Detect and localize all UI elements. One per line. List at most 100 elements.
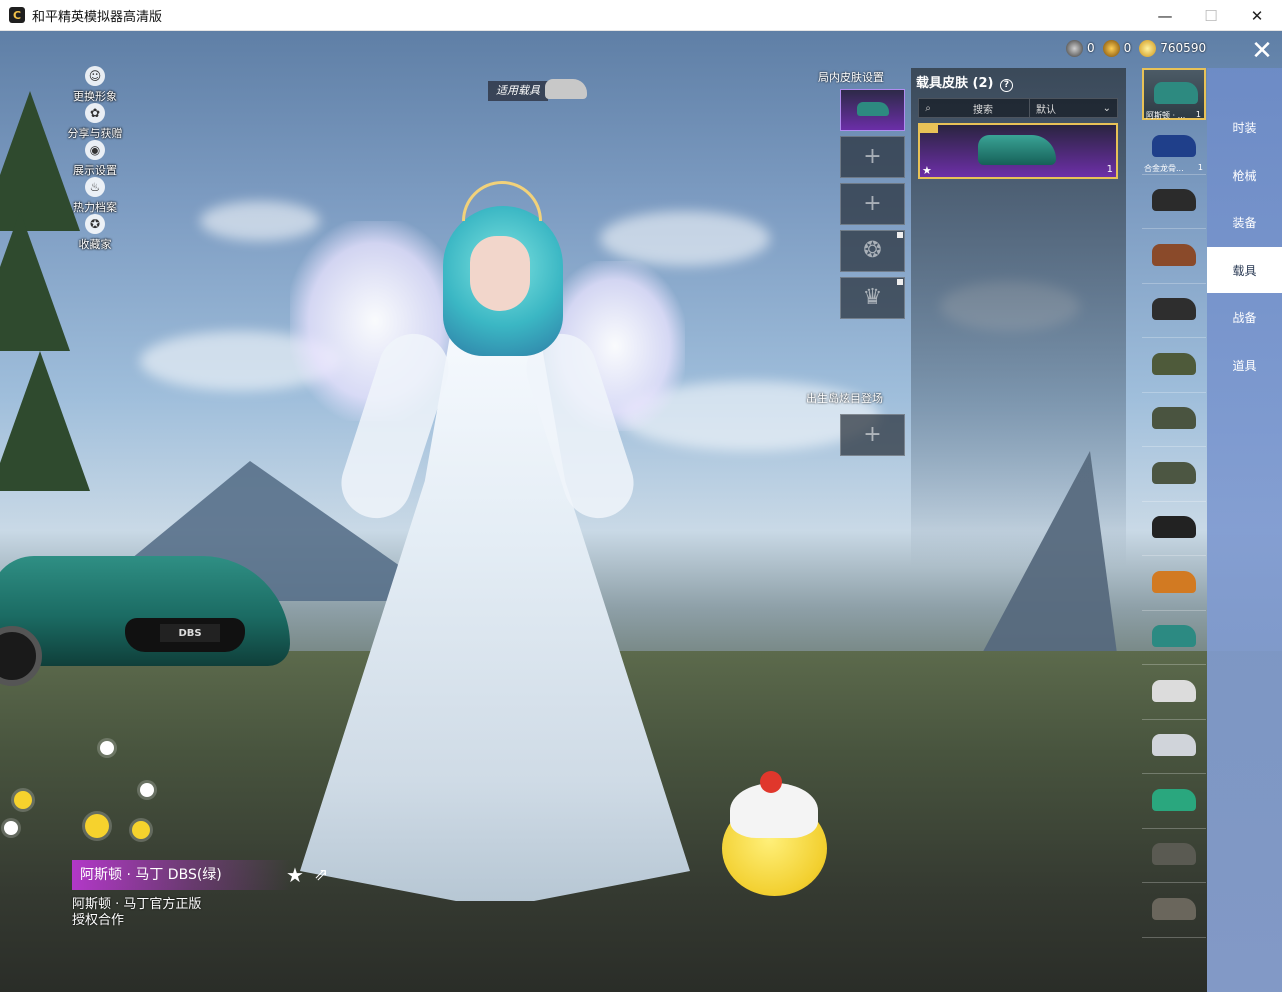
vehicle-icon bbox=[1152, 461, 1196, 484]
empty-slot-2[interactable]: + bbox=[840, 183, 905, 225]
selected-skin-slot[interactable] bbox=[840, 89, 905, 131]
vehicle-skin-title-text: 载具皮肤 (2) bbox=[916, 76, 994, 91]
search-icon: ⌕ bbox=[925, 102, 931, 114]
change-avatar-button[interactable]: ☺ 更换形象 bbox=[60, 66, 130, 103]
vehicle-list-item[interactable] bbox=[1142, 777, 1206, 829]
quality-badge bbox=[920, 125, 938, 133]
heat-profile-button[interactable]: ♨ 热力档案 bbox=[60, 177, 130, 214]
tab-combat-prep[interactable]: 战备 bbox=[1207, 294, 1282, 340]
character-crown bbox=[462, 181, 542, 221]
character-face bbox=[470, 236, 530, 311]
cloud bbox=[600, 211, 770, 266]
vehicle-icon bbox=[1152, 516, 1196, 538]
app-icon: C bbox=[9, 7, 25, 23]
vehicle-list-item[interactable] bbox=[1142, 504, 1206, 556]
vehicle-list-item[interactable] bbox=[1142, 450, 1206, 502]
search-input[interactable]: 搜索 bbox=[937, 101, 1029, 116]
menu-label: 展示设置 bbox=[73, 164, 117, 177]
favorite-star-icon[interactable]: ★ bbox=[286, 863, 304, 887]
vehicle-count: 1 bbox=[1195, 110, 1201, 119]
silver-coin-icon bbox=[1066, 39, 1083, 57]
vehicle-list-item[interactable] bbox=[1142, 613, 1206, 665]
vehicle-icon bbox=[1152, 407, 1196, 429]
crown-icon: ♛ bbox=[862, 285, 883, 310]
vehicle-icon bbox=[1152, 243, 1196, 266]
gold-coin-icon bbox=[1102, 39, 1120, 57]
silver-coin-amount: 0 bbox=[1087, 41, 1095, 55]
vehicle-list: 阿斯顿 · ... 1 合金龙骨... 1 bbox=[1142, 68, 1206, 992]
tab-items[interactable]: 道具 bbox=[1207, 342, 1282, 388]
category-tabs: 时装 枪械 装备 载具 战备 道具 bbox=[1207, 68, 1282, 992]
tab-vehicles[interactable]: 载具 bbox=[1207, 247, 1282, 293]
car-plate: DBS bbox=[160, 624, 220, 642]
tab-weapons[interactable]: 枪械 bbox=[1207, 152, 1282, 198]
menu-label: 热力档案 bbox=[73, 201, 117, 214]
lock-icon bbox=[897, 232, 903, 238]
menu-label: 更换形象 bbox=[73, 90, 117, 103]
help-icon[interactable]: ? bbox=[1000, 79, 1013, 92]
empty-slot-1[interactable]: + bbox=[840, 136, 905, 178]
close-window-button[interactable]: ✕ bbox=[1234, 0, 1280, 31]
vehicle-list-item[interactable] bbox=[1142, 559, 1206, 611]
vehicle-icon bbox=[1152, 352, 1196, 375]
window-titlebar: C 和平精英模拟器高清版 — ☐ ✕ bbox=[0, 0, 1282, 31]
vehicle-list-item[interactable] bbox=[1142, 886, 1206, 938]
menu-label: 收藏家 bbox=[78, 238, 112, 251]
pine-tree bbox=[0, 351, 90, 491]
vehicle-list-item[interactable] bbox=[1142, 668, 1206, 720]
vehicle-skin-card[interactable]: ★ 1 bbox=[918, 123, 1118, 179]
vehicle-icon bbox=[1152, 189, 1196, 211]
vehicle-icon bbox=[1152, 570, 1196, 593]
share-gift-button[interactable]: ✿ 分享与获赠 bbox=[60, 103, 130, 140]
flower bbox=[132, 821, 150, 839]
vehicle-icon bbox=[1152, 298, 1196, 320]
collector-icon: ✪ bbox=[85, 214, 105, 234]
tab-equipment[interactable]: 装备 bbox=[1207, 199, 1282, 245]
applied-vehicle-tag: 适用载具 bbox=[488, 81, 548, 101]
vehicle-list-item[interactable]: 阿斯顿 · ... 1 bbox=[1142, 68, 1206, 120]
maximize-button[interactable]: ☐ bbox=[1188, 0, 1234, 31]
vehicle-icon bbox=[1152, 843, 1196, 865]
vehicle-icon bbox=[1152, 134, 1196, 157]
vehicle-skin-title: 载具皮肤 (2) ? bbox=[916, 72, 1013, 92]
license-line-1: 阿斯顿 · 马丁官方正版 bbox=[72, 897, 202, 912]
vehicle-icon bbox=[1152, 788, 1196, 811]
display-settings-button[interactable]: ◉ 展示设置 bbox=[60, 140, 130, 177]
menu-label: 分享与获赠 bbox=[67, 127, 123, 140]
vehicle-list-item[interactable] bbox=[1142, 341, 1206, 393]
vehicle-list-item[interactable] bbox=[1142, 395, 1206, 447]
vehicle-label: 合金龙骨... bbox=[1144, 163, 1184, 173]
locked-slot-1[interactable]: ❂ bbox=[840, 230, 905, 272]
vehicle-icon bbox=[1152, 625, 1196, 647]
flower bbox=[14, 791, 32, 809]
minimize-button[interactable]: — bbox=[1142, 0, 1188, 31]
share-icon[interactable]: ⇗ bbox=[314, 865, 328, 885]
gold-coin-amount: 0 bbox=[1123, 41, 1132, 55]
tab-fashion[interactable]: 时装 bbox=[1207, 104, 1282, 150]
chick-comb bbox=[760, 771, 782, 793]
vehicle-skin-search-bar: ⌕ 搜索 默认 ⌄ bbox=[918, 98, 1118, 118]
vehicle-icon bbox=[1152, 897, 1196, 920]
vehicle-list-item[interactable] bbox=[1142, 831, 1206, 883]
window-title: 和平精英模拟器高清版 bbox=[32, 9, 163, 25]
in-game-skin-settings-title: 局内皮肤设置 bbox=[818, 71, 884, 84]
spawn-slot[interactable]: + bbox=[840, 414, 905, 456]
uc-coin-icon bbox=[1139, 39, 1157, 57]
applied-vehicle-icon bbox=[545, 79, 587, 99]
flower bbox=[85, 814, 109, 838]
vehicle-list-item[interactable] bbox=[1142, 177, 1206, 229]
vehicle-list-item[interactable] bbox=[1142, 286, 1206, 338]
vehicle-list-item[interactable] bbox=[1142, 232, 1206, 284]
vehicle-list-item[interactable] bbox=[1142, 722, 1206, 774]
flower bbox=[100, 741, 114, 755]
spawn-island-title: 出生岛炫目登场 bbox=[806, 392, 883, 405]
flame-icon: ♨ bbox=[85, 177, 105, 197]
vehicle-icon bbox=[1154, 82, 1198, 104]
locked-slot-2[interactable]: ♛ bbox=[840, 277, 905, 319]
collector-button[interactable]: ✪ 收藏家 bbox=[60, 214, 130, 251]
vehicle-list-item[interactable]: 合金龙骨... 1 bbox=[1142, 123, 1206, 175]
sort-label: 默认 bbox=[1036, 104, 1056, 116]
close-icon[interactable]: ✕ bbox=[1248, 37, 1276, 65]
sort-dropdown[interactable]: 默认 ⌄ bbox=[1029, 99, 1117, 117]
skin-count: 1 bbox=[1106, 164, 1113, 175]
